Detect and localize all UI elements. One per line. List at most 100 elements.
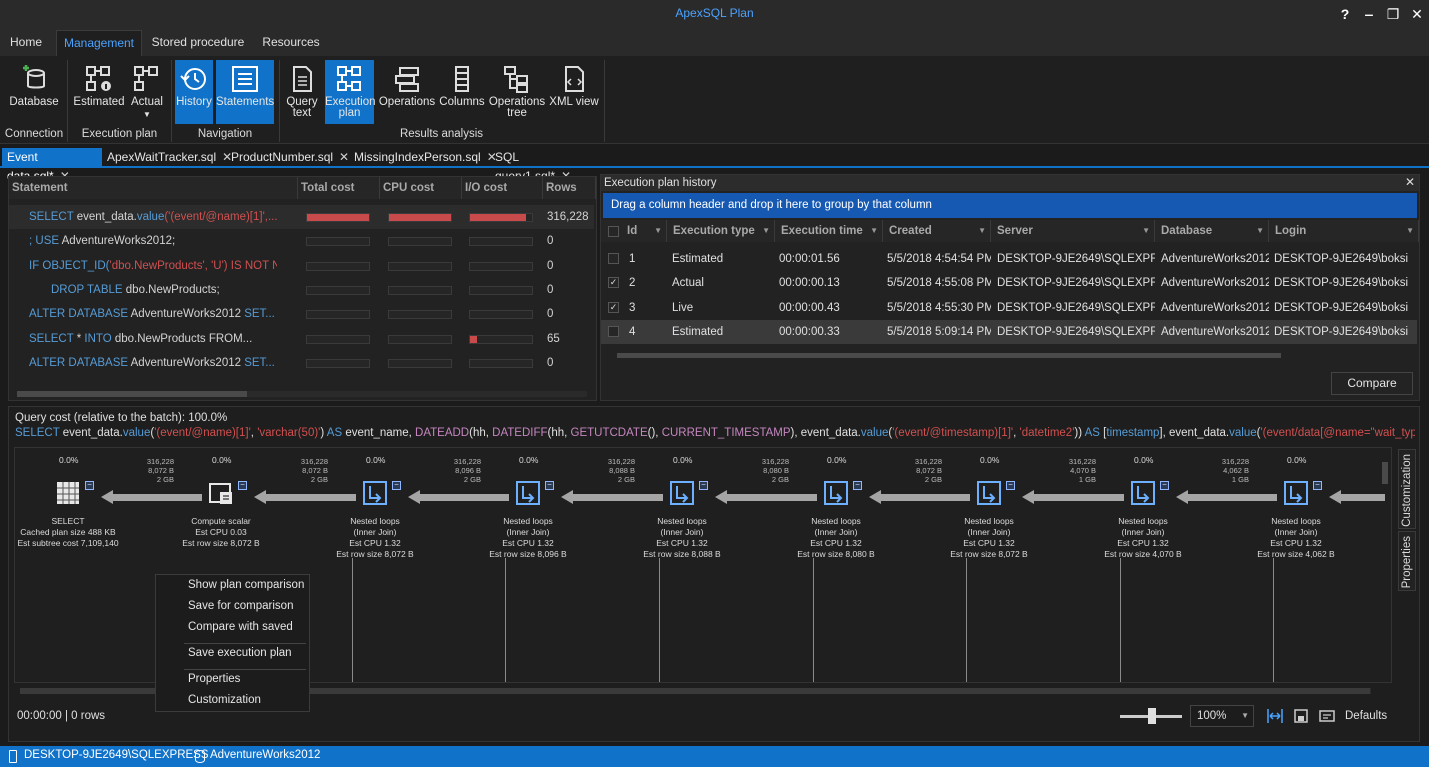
minimize-button[interactable]: ‒ xyxy=(1357,2,1381,26)
tab-home[interactable]: Home xyxy=(4,30,48,56)
statement-row[interactable]: ALTER DATABASE AdventureWorks2012 SET...… xyxy=(9,302,594,326)
execution-plan-button[interactable]: Execution plan xyxy=(325,60,376,124)
collapse-icon[interactable]: − xyxy=(392,481,401,490)
doc-tab-productnumber[interactable]: ProductNumber.sql ✕ xyxy=(226,148,349,168)
row-estimate-line: 1 GB xyxy=(1078,475,1096,484)
row-checkbox[interactable]: ✓ xyxy=(608,301,619,313)
tab-stored-procedure[interactable]: Stored procedure xyxy=(148,30,248,56)
collapse-icon[interactable]: − xyxy=(853,481,862,490)
row-checkbox[interactable]: ✓ xyxy=(608,277,619,289)
menu-save-execution-plan[interactable]: Save execution plan xyxy=(188,647,292,659)
query-text-button[interactable]: Query text xyxy=(284,60,320,124)
statement-row[interactable]: ; USE AdventureWorks2012; 0 xyxy=(9,229,594,253)
collapse-icon[interactable]: − xyxy=(238,481,247,490)
zoom-select[interactable]: 100% ▼ xyxy=(1190,705,1254,727)
doc-tab-missingindexperson[interactable]: MissingIndexPerson.sql ✕ xyxy=(349,148,497,168)
menu-show-plan-comparison[interactable]: Show plan comparison xyxy=(188,579,304,591)
filter-icon[interactable]: ▼ xyxy=(762,220,770,242)
data-flow-arrow xyxy=(1340,494,1385,501)
filter-icon[interactable]: ▼ xyxy=(1142,220,1150,242)
compare-button[interactable]: Compare xyxy=(1331,372,1413,395)
collapse-icon[interactable]: − xyxy=(1160,481,1169,490)
filter-icon[interactable]: ▼ xyxy=(978,220,986,242)
actual-button[interactable]: Actual ▼ xyxy=(128,60,166,124)
col-created[interactable]: Created ▼ xyxy=(883,220,991,242)
close-icon[interactable]: ✕ xyxy=(339,150,349,164)
statement-row[interactable]: DROP TABLE dbo.NewProducts; 0 xyxy=(9,278,594,302)
statement-row[interactable]: ALTER DATABASE AdventureWorks2012 SET...… xyxy=(9,351,594,375)
node-label: Nested loops (Inner Join) Est CPU 1.32 Est … xyxy=(1231,516,1361,560)
statement-row[interactable]: SELECT * INTO dbo.NewProducts FROM... 65 xyxy=(9,327,594,351)
close-icon[interactable]: ✕ xyxy=(1405,175,1415,189)
database-button[interactable]: Database xyxy=(6,60,62,124)
maximize-button[interactable]: ❐ xyxy=(1381,2,1405,26)
history-row[interactable]: ✓ 3 Live 00:00:00.43 5/5/2018 4:55:30 PM DESK… xyxy=(601,296,1417,320)
statement-row[interactable]: IF OBJECT_ID('dbo.NewProducts', 'U') IS … xyxy=(9,254,594,278)
estimated-button[interactable]: Estimated xyxy=(72,60,126,124)
tab-resources[interactable]: Resources xyxy=(258,30,324,56)
cell-login: DESKTOP-9JE2649\boksi xyxy=(1274,325,1409,338)
filter-icon[interactable]: ▼ xyxy=(870,220,878,242)
group-by-panel[interactable]: Drag a column header and drop it here to… xyxy=(603,193,1417,218)
save-image-icon[interactable] xyxy=(1293,708,1309,724)
menu-customization[interactable]: Customization xyxy=(188,694,261,706)
defaults-button[interactable]: Defaults xyxy=(1345,710,1387,722)
col-io-cost[interactable]: I/O cost xyxy=(462,177,543,199)
filter-icon[interactable]: ▼ xyxy=(1256,220,1264,242)
filter-icon[interactable]: ▼ xyxy=(1406,220,1414,242)
row-checkbox[interactable] xyxy=(608,253,619,264)
row-checkbox[interactable] xyxy=(608,325,619,337)
history-row[interactable]: 4 Estimated 00:00:00.33 5/5/2018 5:09:14 PM… xyxy=(601,319,1417,344)
row-estimate: 316,228 8,096 B2 GB xyxy=(431,457,481,484)
collapse-icon[interactable]: − xyxy=(699,481,708,490)
statement-row[interactable]: SELECT event_data.value('(event/@name)[1… xyxy=(9,205,594,229)
fit-to-window-icon[interactable] xyxy=(1267,708,1283,724)
history-row[interactable]: 1 Estimated 00:00:01.56 5/5/2018 4:54:54 PM… xyxy=(601,247,1417,271)
col-execution-time[interactable]: Execution time ▼ xyxy=(775,220,883,242)
history-button[interactable]: History xyxy=(175,60,213,124)
col-server[interactable]: Server ▼ xyxy=(991,220,1155,242)
node-label-line: Est row size 8,072 B xyxy=(950,549,1028,559)
node-label: Compute scalar Est CPU 0.03 Est row size 8… xyxy=(156,516,286,549)
menu-save-for-comparison[interactable]: Save for comparison xyxy=(188,600,293,612)
xml-view-button[interactable]: XML view xyxy=(548,60,600,124)
col-total-cost[interactable]: Total cost xyxy=(298,177,380,199)
customization-side-tab[interactable]: Customization xyxy=(1398,449,1416,529)
columns-button[interactable]: Columns xyxy=(438,60,486,124)
chevron-down-icon[interactable]: ▼ xyxy=(128,109,166,120)
doc-tab-event-data[interactable]: Event data.sql*✕ xyxy=(2,148,102,183)
doc-tab-sql-query1[interactable]: SQL query1.sql*✕ xyxy=(490,148,594,183)
col-login[interactable]: Login ▼ xyxy=(1269,220,1419,242)
node-label-line: Est CPU 1.32 xyxy=(502,538,554,548)
col-database[interactable]: Database ▼ xyxy=(1155,220,1269,242)
tab-management[interactable]: Management xyxy=(56,30,142,56)
properties-side-tab[interactable]: Properties xyxy=(1398,531,1416,591)
operations-button[interactable]: Operations xyxy=(378,60,436,124)
history-row[interactable]: ✓ 2 Actual 00:00:00.13 5/5/2018 4:55:08 PM DE… xyxy=(601,271,1417,295)
horizontal-scrollbar[interactable] xyxy=(17,391,587,397)
col-rows[interactable]: Rows xyxy=(543,177,596,199)
collapse-icon[interactable]: − xyxy=(1313,481,1322,490)
data-flow-arrow xyxy=(572,494,663,501)
col-statement[interactable]: Statement xyxy=(9,177,298,199)
close-button[interactable]: ✕ xyxy=(1405,2,1429,26)
collapse-icon[interactable]: − xyxy=(85,481,94,490)
vertical-scrollbar[interactable] xyxy=(1382,462,1388,484)
menu-compare-with-saved[interactable]: Compare with saved xyxy=(188,621,293,633)
operations-tree-button[interactable]: Operations tree xyxy=(488,60,546,124)
defaults-icon[interactable] xyxy=(1319,708,1335,724)
col-id[interactable]: Id ▼ xyxy=(621,220,667,242)
help-button[interactable]: ? xyxy=(1333,2,1357,26)
zoom-slider-handle[interactable] xyxy=(1148,708,1156,724)
select-all-checkbox[interactable] xyxy=(608,226,619,237)
menu-properties[interactable]: Properties xyxy=(188,673,240,685)
col-execution-type[interactable]: Execution type ▼ xyxy=(667,220,775,242)
statements-button[interactable]: Statements xyxy=(216,60,274,124)
collapse-icon[interactable]: − xyxy=(545,481,554,490)
horizontal-scrollbar[interactable] xyxy=(617,353,1281,358)
properties-side-label: Properties xyxy=(1401,536,1413,589)
filter-icon[interactable]: ▼ xyxy=(654,220,662,242)
col-cpu-cost[interactable]: CPU cost xyxy=(380,177,462,199)
doc-tab-apexwaittracker[interactable]: ApexWaitTracker.sql ✕ xyxy=(102,148,232,168)
collapse-icon[interactable]: − xyxy=(1006,481,1015,490)
